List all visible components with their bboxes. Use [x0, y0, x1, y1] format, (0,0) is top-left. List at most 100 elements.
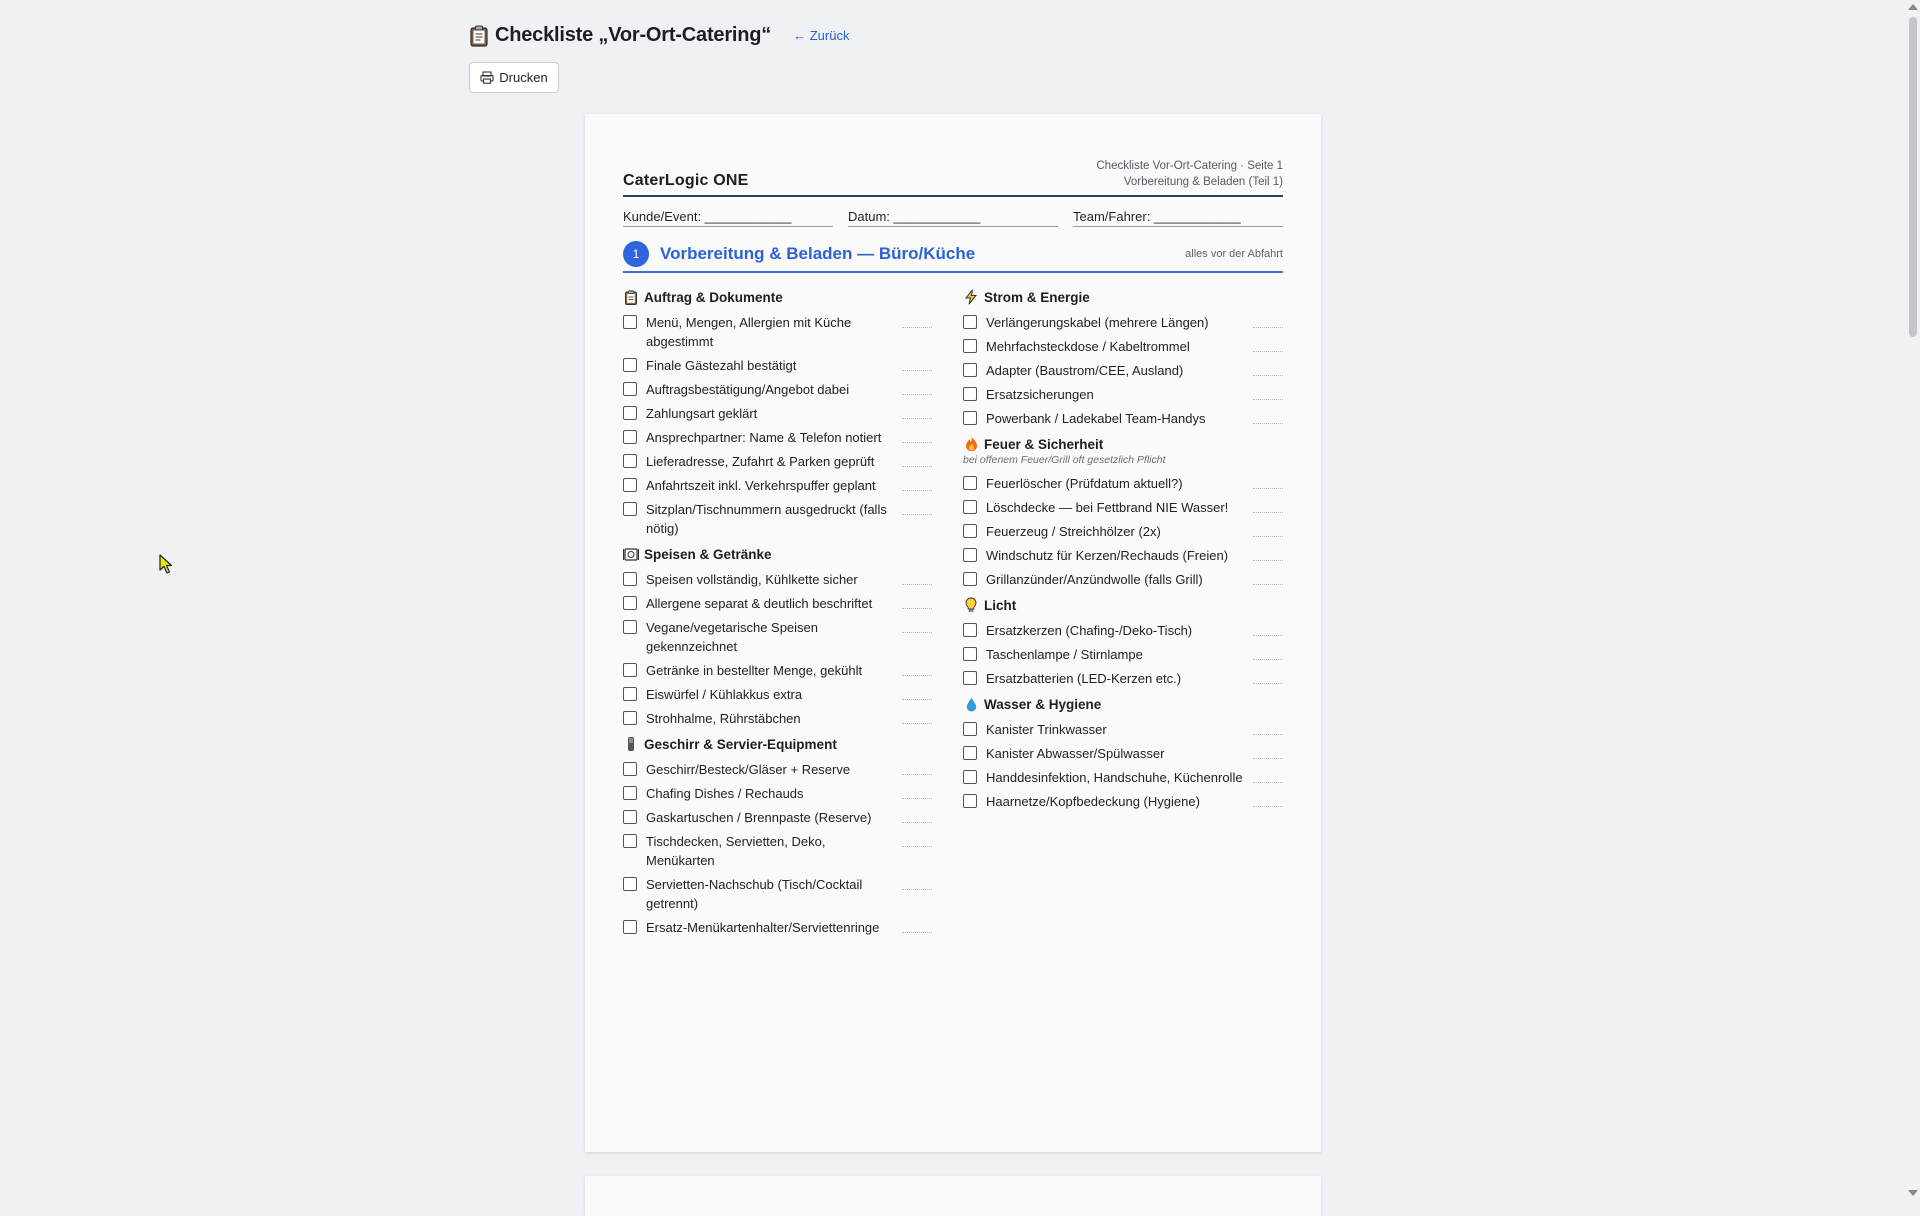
initials-line [1253, 326, 1283, 328]
group-title: Speisen & Getränke [623, 546, 943, 562]
checklist-item-label: Auftragsbestätigung/Angebot dabei [646, 382, 850, 397]
checkbox[interactable] [623, 663, 637, 677]
checklist-item-label: Handdesinfektion, Handschuhe, Küchenroll… [986, 770, 1243, 785]
page-info-line2: Vorbereitung & Beladen (Teil 1) [1123, 176, 1283, 188]
checkbox[interactable] [963, 548, 977, 562]
checklist-item-label: Vegane/vegetarische Speisen gekennzeichn… [646, 620, 819, 654]
initials-line [1253, 350, 1283, 352]
checkbox[interactable] [963, 770, 977, 784]
initials-line [902, 489, 932, 491]
checklist-item-label: Tischdecken, Servietten, Deko, Menükarte… [646, 834, 826, 868]
checkbox[interactable] [623, 382, 637, 396]
checklist-group-strom-energie: Strom & Energie Verlängerungskabel (mehre… [963, 289, 1283, 428]
checklist-item-label: Löschdecke — bei Fettbrand NIE Wasser! [986, 500, 1229, 515]
initials-line [902, 513, 932, 515]
checklist-item: Ansprechpartner: Name & Telefon notiert [623, 428, 943, 447]
checkbox[interactable] [623, 502, 637, 516]
checklist-item-label: Anfahrtszeit inkl. Verkehrspuffer geplan… [646, 478, 876, 493]
initials-line [1253, 374, 1283, 376]
checkbox[interactable] [623, 810, 637, 824]
checkbox[interactable] [623, 572, 637, 586]
initials-line [902, 417, 932, 419]
checklist-item-label: Feuerzeug / Streichhölzer (2x) [986, 524, 1161, 539]
checkbox[interactable] [623, 711, 637, 725]
group-title: Feuer & Sicherheit [963, 436, 1283, 452]
checkbox[interactable] [623, 620, 637, 634]
checkbox[interactable] [963, 387, 977, 401]
checkbox[interactable] [963, 722, 977, 736]
initials-line [1253, 658, 1283, 660]
checkbox[interactable] [623, 877, 637, 891]
initials-line [1253, 781, 1283, 783]
checklist-item: Kanister Trinkwasser [963, 720, 1283, 739]
scrollbar-thumb[interactable] [1909, 17, 1917, 337]
section-title: Vorbereitung & Beladen — Büro/Küche [660, 244, 976, 263]
group-title-label: Speisen & Getränke [644, 546, 772, 562]
initials-line [902, 821, 932, 823]
print-button[interactable]: Drucken [469, 62, 559, 93]
checklist-item-label: Verlängerungskabel (mehrere Längen) [986, 315, 1209, 330]
checkbox[interactable] [623, 315, 637, 329]
checklist-group-speisen-getraenke: Speisen & Getränke Speisen vollständig, K… [623, 546, 943, 728]
checkbox[interactable] [963, 339, 977, 353]
checkbox[interactable] [623, 834, 637, 848]
checklist-group-wasser-hygiene: Wasser & Hygiene Kanister Trinkwasser Kani… [963, 696, 1283, 811]
checkbox[interactable] [963, 315, 977, 329]
checkbox[interactable] [963, 671, 977, 685]
checklist-item-label: Kanister Trinkwasser [986, 722, 1107, 737]
checklist-group-licht: Licht Ersatzkerzen (Chafing-/Deko-Tisch) T… [963, 597, 1283, 688]
checkbox[interactable] [623, 430, 637, 444]
checklist-item: Windschutz für Kerzen/Rechauds (Freien) [963, 546, 1283, 565]
scroll-down-icon[interactable] [1908, 1190, 1918, 1196]
checklist-item: Eiswürfel / Kühlakkus extra [623, 685, 943, 704]
initials-line [902, 631, 932, 633]
checkbox[interactable] [623, 358, 637, 372]
checklist-item: Auftragsbestätigung/Angebot dabei [623, 380, 943, 399]
checkbox[interactable] [623, 786, 637, 800]
checkbox[interactable] [623, 478, 637, 492]
fire-icon [963, 436, 979, 452]
scroll-up-icon[interactable] [1908, 4, 1918, 10]
section-header: 1 Vorbereitung & Beladen — Büro/Küche al… [623, 241, 1283, 273]
checkbox[interactable] [963, 572, 977, 586]
initials-line [902, 773, 932, 775]
checklist-group-auftrag-dokumente: Auftrag & Dokumente Menü, Mengen, Allergi… [623, 289, 943, 538]
page-info-line1: Checkliste Vor-Ort-Catering · Seite 1 [1096, 160, 1283, 172]
checkbox[interactable] [963, 411, 977, 425]
group-title-label: Geschirr & Servier-Equipment [644, 736, 837, 752]
checklist-item: Adapter (Baustrom/CEE, Ausland) [963, 361, 1283, 380]
initials-line [902, 465, 932, 467]
mouse-cursor-icon [159, 554, 173, 574]
checkbox[interactable] [963, 794, 977, 808]
checkbox[interactable] [963, 500, 977, 514]
checklist-item: Sitzplan/Tischnummern ausgedruckt (falls… [623, 500, 943, 538]
checkbox[interactable] [963, 524, 977, 538]
checklist-item: Kanister Abwasser/Spülwasser [963, 744, 1283, 763]
initials-line [1253, 634, 1283, 636]
scrollbar[interactable] [1905, 0, 1920, 1200]
initials-line [902, 326, 932, 328]
checkbox[interactable] [963, 476, 977, 490]
initials-line [1253, 733, 1283, 735]
checkbox[interactable] [963, 746, 977, 760]
checklist-item: Handdesinfektion, Handschuhe, Küchenroll… [963, 768, 1283, 787]
initials-line [902, 797, 932, 799]
back-link[interactable]: ← Zurück [793, 28, 849, 43]
initials-line [1253, 511, 1283, 513]
checklist-item-label: Feuerlöscher (Prüfdatum aktuell?) [986, 476, 1183, 491]
group-title-label: Strom & Energie [984, 289, 1090, 305]
checkbox[interactable] [963, 363, 977, 377]
checklist-group-feuer-sicherheit: Feuer & Sicherheit bei offenem Feuer/Gril… [963, 436, 1283, 589]
checkbox[interactable] [623, 454, 637, 468]
checkbox[interactable] [623, 596, 637, 610]
checkbox[interactable] [963, 623, 977, 637]
initials-line [902, 845, 932, 847]
initials-line [902, 931, 932, 933]
checkbox[interactable] [963, 647, 977, 661]
checklist-item-label: Grillanzünder/Anzündwolle (falls Grill) [986, 572, 1203, 587]
checkbox[interactable] [623, 406, 637, 420]
checklist-item-label: Strohhalme, Rührstäbchen [646, 711, 801, 726]
checkbox[interactable] [623, 762, 637, 776]
checkbox[interactable] [623, 920, 637, 934]
checkbox[interactable] [623, 687, 637, 701]
